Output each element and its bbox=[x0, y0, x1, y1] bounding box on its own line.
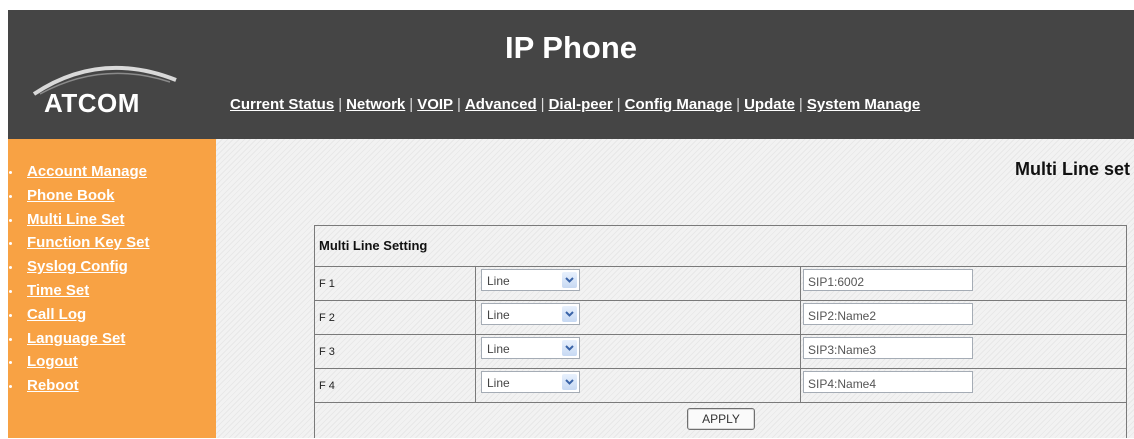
line-type-select[interactable]: Line bbox=[481, 371, 580, 393]
logo-text: ATCOM bbox=[44, 88, 140, 118]
select-value: Line bbox=[487, 308, 510, 322]
line-value-input[interactable] bbox=[803, 337, 973, 359]
nav-separator: | bbox=[798, 96, 803, 113]
line-row-f3: F 3 Line bbox=[315, 334, 1126, 369]
nav-dial-peer[interactable]: Dial-peer bbox=[549, 96, 613, 113]
header: IP Phone ATCOM Current Status | Network | VO… bbox=[8, 10, 1134, 139]
apply-button[interactable]: APPLY bbox=[687, 408, 755, 430]
sidebar-item-syslog-config: Syslog Config bbox=[8, 256, 216, 280]
bullet-icon bbox=[9, 242, 12, 246]
key-label: F 2 bbox=[319, 312, 335, 324]
sidebar-item-language-set: Language Set bbox=[8, 328, 216, 352]
chevron-down-icon[interactable] bbox=[562, 272, 577, 288]
key-cell: F 4 bbox=[315, 368, 476, 402]
sidebar-link-account-manage[interactable]: Account Manage bbox=[27, 163, 147, 180]
line-row-f2: F 2 Line bbox=[315, 300, 1126, 335]
bullet-icon bbox=[9, 266, 12, 270]
sidebar-item-time-set: Time Set bbox=[8, 280, 216, 304]
sidebar: Account Manage Phone Book Multi Line Set… bbox=[8, 139, 216, 438]
sidebar-item-logout: Logout bbox=[8, 351, 216, 375]
page-title: Multi Line set bbox=[1014, 159, 1130, 179]
apply-row: APPLY bbox=[315, 402, 1126, 439]
nav-separator: | bbox=[540, 96, 545, 113]
key-label: F 4 bbox=[319, 380, 335, 392]
sidebar-item-reboot: Reboot bbox=[8, 375, 216, 399]
sidebar-item-account-manage: Account Manage bbox=[8, 161, 216, 185]
select-value: Line bbox=[487, 376, 510, 390]
key-cell: F 3 bbox=[315, 334, 476, 368]
settings-header: Multi Line Setting bbox=[315, 226, 1126, 267]
atcom-logo: ATCOM bbox=[30, 56, 180, 126]
bullet-icon bbox=[9, 171, 12, 174]
sidebar-link-logout[interactable]: Logout bbox=[27, 353, 78, 370]
bullet-icon bbox=[9, 218, 12, 222]
sidebar-link-reboot[interactable]: Reboot bbox=[27, 377, 79, 394]
settings-title: Multi Line Setting bbox=[319, 238, 428, 253]
sidebar-item-multi-line-set: Multi Line Set bbox=[8, 209, 216, 233]
sidebar-item-phone-book: Phone Book bbox=[8, 185, 216, 209]
nav-separator: | bbox=[736, 96, 741, 113]
line-type-select[interactable]: Line bbox=[481, 337, 580, 359]
line-value-input[interactable] bbox=[803, 303, 973, 325]
sidebar-item-function-key-set: Function Key Set bbox=[8, 232, 216, 256]
bullet-icon bbox=[9, 385, 12, 389]
line-value-input[interactable] bbox=[803, 371, 973, 393]
sidebar-menu: Account Manage Phone Book Multi Line Set… bbox=[8, 139, 216, 399]
bullet-icon bbox=[9, 361, 12, 365]
sidebar-link-phone-book[interactable]: Phone Book bbox=[27, 187, 115, 204]
nav-separator: | bbox=[338, 96, 343, 113]
bullet-icon bbox=[9, 194, 12, 198]
key-label: F 1 bbox=[319, 278, 335, 290]
sidebar-link-language-set[interactable]: Language Set bbox=[27, 330, 125, 347]
sidebar-item-call-log: Call Log bbox=[8, 304, 216, 328]
key-cell: F 2 bbox=[315, 300, 476, 334]
key-label: F 3 bbox=[319, 346, 335, 358]
bullet-icon bbox=[9, 337, 12, 341]
nav-voip[interactable]: VOIP bbox=[417, 96, 453, 113]
chevron-down-icon[interactable] bbox=[562, 340, 577, 356]
key-cell: F 1 bbox=[315, 266, 476, 300]
main-content: Multi Line set Multi Line Setting F 1 Li… bbox=[216, 139, 1134, 438]
nav-config-manage[interactable]: Config Manage bbox=[625, 96, 733, 113]
line-row-f1: F 1 Line bbox=[315, 266, 1126, 301]
sidebar-link-multi-line-set[interactable]: Multi Line Set bbox=[27, 211, 125, 228]
chevron-down-icon[interactable] bbox=[562, 374, 577, 390]
top-nav: Current Status | Network | VOIP | Advanced | Dia… bbox=[230, 96, 920, 113]
sidebar-link-call-log[interactable]: Call Log bbox=[27, 306, 86, 323]
nav-network[interactable]: Network bbox=[346, 96, 405, 113]
sidebar-link-function-key-set[interactable]: Function Key Set bbox=[27, 234, 150, 251]
bullet-icon bbox=[9, 289, 12, 293]
sidebar-link-syslog-config[interactable]: Syslog Config bbox=[27, 258, 128, 275]
bullet-icon bbox=[9, 313, 12, 317]
sidebar-link-time-set[interactable]: Time Set bbox=[27, 282, 89, 299]
multi-line-settings-table: Multi Line Setting F 1 Line F 2 Line F 3 bbox=[314, 225, 1127, 438]
nav-separator: | bbox=[409, 96, 414, 113]
nav-separator: | bbox=[616, 96, 621, 113]
line-type-select[interactable]: Line bbox=[481, 269, 580, 291]
line-type-select[interactable]: Line bbox=[481, 303, 580, 325]
select-value: Line bbox=[487, 342, 510, 356]
nav-update[interactable]: Update bbox=[744, 96, 795, 113]
nav-system-manage[interactable]: System Manage bbox=[807, 96, 920, 113]
nav-separator: | bbox=[457, 96, 461, 113]
line-row-f4: F 4 Line bbox=[315, 368, 1126, 403]
line-value-input[interactable] bbox=[803, 269, 973, 291]
chevron-down-icon[interactable] bbox=[562, 306, 577, 322]
select-value: Line bbox=[487, 274, 510, 288]
nav-current-status[interactable]: Current Status bbox=[230, 96, 334, 113]
nav-advanced[interactable]: Advanced bbox=[465, 96, 537, 113]
